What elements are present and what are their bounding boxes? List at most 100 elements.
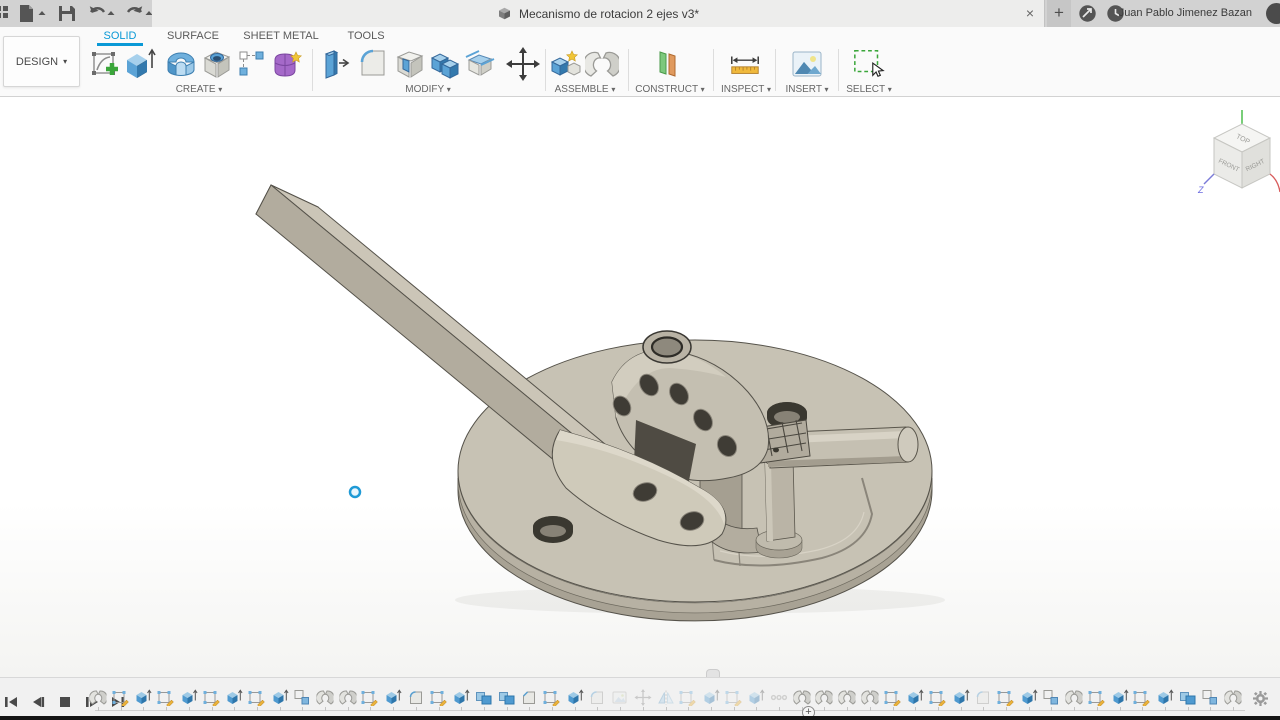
save-icon[interactable] [58,4,76,28]
navigation-bar-collapsed-tab[interactable] [706,669,720,677]
timeline-tick [302,707,304,711]
timeline-tick [665,707,667,711]
tab-surface[interactable]: SURFACE [167,30,219,42]
group-separator [775,49,776,91]
timeline-tick [529,707,531,711]
timeline-tick [393,707,395,711]
group-create[interactable]: CREATE ▾ [176,84,223,95]
group-select[interactable]: SELECT ▾ [846,84,892,95]
group-modify[interactable]: MODIFY ▾ [405,84,451,95]
chevron-down-icon: ▾ [700,85,705,94]
timeline-tick [1096,707,1098,711]
timeline-tick [552,707,553,711]
timeline-tick [120,707,122,711]
group-insert[interactable]: INSERT ▾ [785,84,828,95]
data-panel-icon[interactable] [0,4,10,27]
user-name[interactable]: Juan Pablo Jimenez Bazan [1119,7,1252,19]
timeline-tick [234,707,236,711]
sketch-point[interactable] [348,485,362,499]
construction-plane-icon[interactable] [650,47,684,81]
extensions-icon[interactable] [1078,4,1097,23]
group-separator [312,49,313,91]
timeline-tick [892,707,894,711]
timeline-tick [506,707,508,711]
measure-icon[interactable] [728,47,762,81]
ribbon-toolbar: DESIGN ▾ SOLID SURFACE SHEET METAL TOOLS [0,27,1280,97]
timeline-tick [937,707,939,711]
timeline-tick [461,707,463,711]
timeline-tick [1074,707,1076,711]
active-tab-underline [97,43,143,46]
move-icon[interactable] [506,47,540,81]
timeline-tick [211,707,213,711]
timeline-settings-gear-icon[interactable] [1253,691,1268,711]
select-icon[interactable] [852,47,886,81]
base-hole [533,516,573,543]
timeline-bar: + [0,677,1280,719]
fillet-icon[interactable] [356,47,390,81]
create-form-icon[interactable] [270,47,304,81]
step-back-button[interactable] [31,695,45,713]
skip-to-start-button[interactable] [4,695,18,713]
timeline-tick [597,707,599,711]
timeline-tick [415,707,417,711]
combine-icon[interactable] [428,47,462,81]
timeline-tick [620,707,622,711]
viewport-canvas[interactable]: TOP FRONT RIGHT Z [0,98,1280,677]
timeline-tick [915,707,917,711]
timeline-tick [1051,707,1053,711]
model-eyelet [642,330,692,364]
tab-solid[interactable]: SOLID [103,30,136,42]
tab-tools[interactable]: TOOLS [347,30,384,42]
new-tab-button[interactable]: + [1047,0,1071,27]
tab-sheet-metal[interactable]: SHEET METAL [243,30,318,42]
chevron-down-icon: ▾ [611,85,616,94]
group-separator [628,49,629,91]
file-menu-icon[interactable] [18,4,48,28]
group-assemble[interactable]: ASSEMBLE ▾ [555,84,616,95]
new-component-icon[interactable] [548,47,582,81]
workspace-selector[interactable]: DESIGN ▾ [3,36,80,87]
timeline-tick [847,707,849,711]
shell-icon[interactable] [393,47,427,81]
press-pull-icon[interactable] [319,47,353,81]
timeline-tick [143,707,145,711]
timeline-tick [574,707,576,711]
viewcube-z-axis-label: Z [1197,185,1204,195]
user-avatar[interactable] [1266,3,1280,24]
timeline-tick [325,707,326,711]
extrude-icon[interactable] [123,47,157,81]
document-cube-icon [498,7,510,20]
timeline-tick [824,707,826,711]
application-bar: Mecanismo de rotacion 2 ejes v3* × + Jua… [0,0,1280,27]
timeline-tick [1233,707,1234,711]
timeline-tick [688,707,690,711]
document-tab[interactable]: Mecanismo de rotacion 2 ejes v3* × [152,0,1045,27]
document-title: Mecanismo de rotacion 2 ejes v3* [518,6,700,21]
timeline-tick [1119,707,1121,711]
chevron-down-icon: ▾ [218,85,223,94]
timeline-tick [1187,707,1189,711]
stop-button[interactable] [59,695,71,713]
timeline-tick [733,707,735,711]
hole-icon[interactable] [200,47,234,81]
create-sketch-icon[interactable] [88,47,122,81]
chevron-down-icon: ▾ [766,85,771,94]
close-tab-icon[interactable]: × [1026,5,1034,21]
timeline-tick [256,707,258,711]
split-body-icon[interactable] [463,47,497,81]
timeline-tick [1164,707,1166,711]
timeline-tick [438,707,440,711]
group-inspect[interactable]: INSPECT ▾ [721,84,771,95]
joint-icon[interactable] [585,47,619,81]
timeline-tick [710,707,712,711]
chevron-down-icon: ▾ [63,57,68,66]
group-construct[interactable]: CONSTRUCT ▾ [635,84,704,95]
undo-icon[interactable] [86,4,118,28]
insert-image-icon[interactable] [790,47,824,81]
pattern-icon[interactable] [235,47,269,81]
revolve-icon[interactable] [164,47,198,81]
view-cube[interactable]: TOP FRONT RIGHT Z [1196,100,1280,210]
timeline-tick [347,707,349,711]
timeline-tick [188,707,190,711]
